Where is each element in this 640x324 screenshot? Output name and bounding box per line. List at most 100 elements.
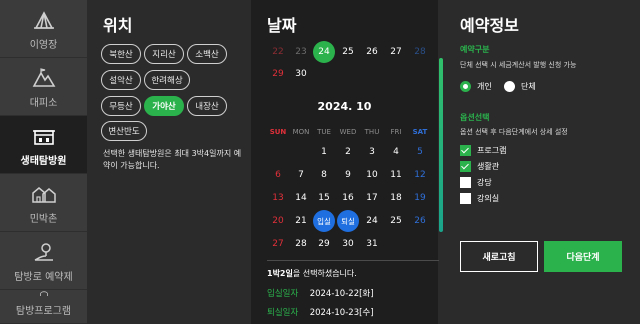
calendar-day-checkout[interactable]: 퇴실	[337, 210, 359, 232]
calendar-day[interactable]: 20	[267, 210, 289, 232]
calendar-day[interactable]: 4	[385, 141, 407, 163]
calendar-day[interactable]: 25	[385, 210, 407, 232]
calendar-day[interactable]: 8	[313, 164, 335, 186]
chip-mudeungsan[interactable]: 무등산	[101, 96, 141, 116]
prev-day[interactable]: 23	[290, 41, 312, 63]
radio-individual[interactable]	[460, 81, 471, 92]
mountain-hut-icon	[32, 68, 55, 87]
checkbox-classroom-label: 강의실	[477, 194, 500, 203]
calendar-day[interactable]: 14	[290, 187, 312, 209]
calendar-day[interactable]: 1	[313, 141, 335, 163]
nav-label-minbak: 민박촌	[29, 214, 58, 225]
calendar-day[interactable]: 30	[337, 233, 359, 255]
stay-summary-suffix: 을 선택하셨습니다.	[292, 269, 357, 278]
calendar-day[interactable]: 17	[361, 187, 383, 209]
nav-label-eco-center: 생태탐방원	[20, 156, 67, 167]
prev-day[interactable]: 22	[267, 41, 289, 63]
prev-day[interactable]: 27	[385, 41, 407, 63]
weekday-label: SAT	[412, 128, 428, 136]
chip-seoraksan[interactable]: 설악산	[101, 70, 141, 90]
nav-item-eco-center[interactable]: 생태탐방원	[0, 116, 87, 174]
radio-group-label: 단체	[521, 82, 536, 91]
checkin-date: 2024-10-22[화]	[309, 289, 374, 299]
prev-day[interactable]: 29	[267, 63, 289, 85]
calendar-scrollbar[interactable]	[439, 58, 443, 232]
calendar-day[interactable]: 28	[290, 233, 312, 255]
summary-divider	[267, 260, 439, 261]
location-panel: 위치 북한산 지리산 소백산 설악산 한려해상 무등산 가야산 내장산 변산반도…	[87, 0, 251, 324]
village-icon	[31, 187, 56, 203]
side-nav: 이영장 대피소 생태탐방원 민박촌 탐방로 예약제 탐방프로그램	[0, 0, 87, 324]
nav-item-minbak[interactable]: 민박촌	[0, 174, 87, 232]
nav-item-campground[interactable]: 이영장	[0, 0, 87, 58]
calendar-day[interactable]: 5	[409, 141, 431, 163]
checkout-date: 2024-10-23[수]	[309, 308, 374, 318]
stay-summary-nights: 1박2일	[267, 269, 293, 278]
chip-byeonsanbando[interactable]: 변산반도	[101, 121, 147, 141]
nav-item-program[interactable]: 탐방프로그램	[0, 290, 87, 324]
calendar-day[interactable]: 27	[267, 233, 289, 255]
reset-button[interactable]: 새로고침	[460, 241, 538, 272]
date-panel: 날짜 22 23 24 25 26 27 28 29 30 2024. 10 SUN MON TUE…	[251, 0, 443, 324]
type-section-desc: 단체 선택 시 세금계산서 발행 신청 가능	[460, 61, 577, 69]
nav-label-shelter: 대피소	[29, 98, 58, 109]
nav-label-campground: 이영장	[29, 40, 58, 51]
calendar-day[interactable]: 3	[361, 141, 383, 163]
calendar-day[interactable]: 18	[385, 187, 407, 209]
calendar-day-checkin[interactable]: 입실	[313, 210, 335, 232]
reservation-panel: 예약정보 예약구분 단체 선택 시 세금계산서 발행 신청 가능 개인 단체 옵…	[444, 0, 640, 324]
checkbox-program[interactable]	[460, 145, 471, 156]
chip-gayasan[interactable]: 가야산	[144, 96, 184, 116]
checkbox-auditorium[interactable]	[460, 177, 471, 188]
radio-group[interactable]	[504, 81, 515, 92]
calendar-day[interactable]: 31	[361, 233, 383, 255]
date-title: 날짜	[267, 16, 297, 35]
calendar-day[interactable]: 9	[337, 164, 359, 186]
option-section-desc: 옵션 선택 후 다음단계에서 상세 설정	[460, 128, 568, 136]
chip-bukhansan[interactable]: 북한산	[101, 44, 141, 64]
nav-label-program: 탐방프로그램	[15, 306, 72, 317]
location-title: 위치	[103, 16, 133, 35]
weekday-label: THU	[364, 128, 380, 136]
prev-day[interactable]: 30	[290, 63, 312, 85]
calendar-day[interactable]: 7	[290, 164, 312, 186]
checkbox-classroom[interactable]	[460, 193, 471, 204]
type-section-title: 예약구분	[460, 45, 490, 54]
calendar-day[interactable]: 2	[337, 141, 359, 163]
calendar-day[interactable]: 29	[313, 233, 335, 255]
calendar-day[interactable]: 26	[409, 210, 431, 232]
calendar-day[interactable]: 19	[409, 187, 431, 209]
calendar-day[interactable]: 12	[409, 164, 431, 186]
chip-hallyeohaesang[interactable]: 한려해상	[144, 70, 190, 90]
radio-individual-label: 개인	[477, 82, 492, 91]
checkin-row-label: 입실일자	[267, 289, 299, 299]
checkin-row: 입실일자 2024-10-22[화]	[267, 287, 374, 299]
checkout-row: 퇴실일자 2024-10-23[수]	[267, 306, 374, 318]
nav-item-trail-reservation[interactable]: 탐방로 예약제	[0, 232, 87, 290]
calendar-day[interactable]: 15	[313, 187, 335, 209]
prev-day-today[interactable]: 24	[313, 41, 335, 63]
lodge-icon	[32, 130, 55, 145]
chip-jirisan[interactable]: 지리산	[144, 44, 184, 64]
reservation-title: 예약정보	[460, 16, 519, 35]
calendar-day[interactable]: 11	[385, 164, 407, 186]
checkout-row-label: 퇴실일자	[267, 308, 299, 318]
next-step-button[interactable]: 다음단계	[544, 241, 622, 272]
calendar-day[interactable]: 24	[361, 210, 383, 232]
chip-sobaeksan[interactable]: 소백산	[187, 44, 227, 64]
calendar-day[interactable]: 10	[361, 164, 383, 186]
weekday-label: TUE	[317, 128, 331, 136]
nav-item-shelter[interactable]: 대피소	[0, 58, 87, 116]
prev-day[interactable]: 26	[361, 41, 383, 63]
chip-naejangsan[interactable]: 내장산	[187, 96, 227, 116]
calendar-day[interactable]: 6	[267, 164, 289, 186]
checkbox-dormitory[interactable]	[460, 161, 471, 172]
calendar-day[interactable]: 13	[267, 187, 289, 209]
option-section-title: 옵션선택	[460, 113, 490, 122]
calendar-day[interactable]: 21	[290, 210, 312, 232]
prev-day[interactable]: 28	[409, 41, 431, 63]
nav-label-trail-reservation: 탐방로 예약제	[14, 272, 73, 283]
prev-day[interactable]: 25	[337, 41, 359, 63]
calendar-day[interactable]: 16	[337, 187, 359, 209]
checkbox-program-label: 프로그램	[477, 146, 507, 155]
